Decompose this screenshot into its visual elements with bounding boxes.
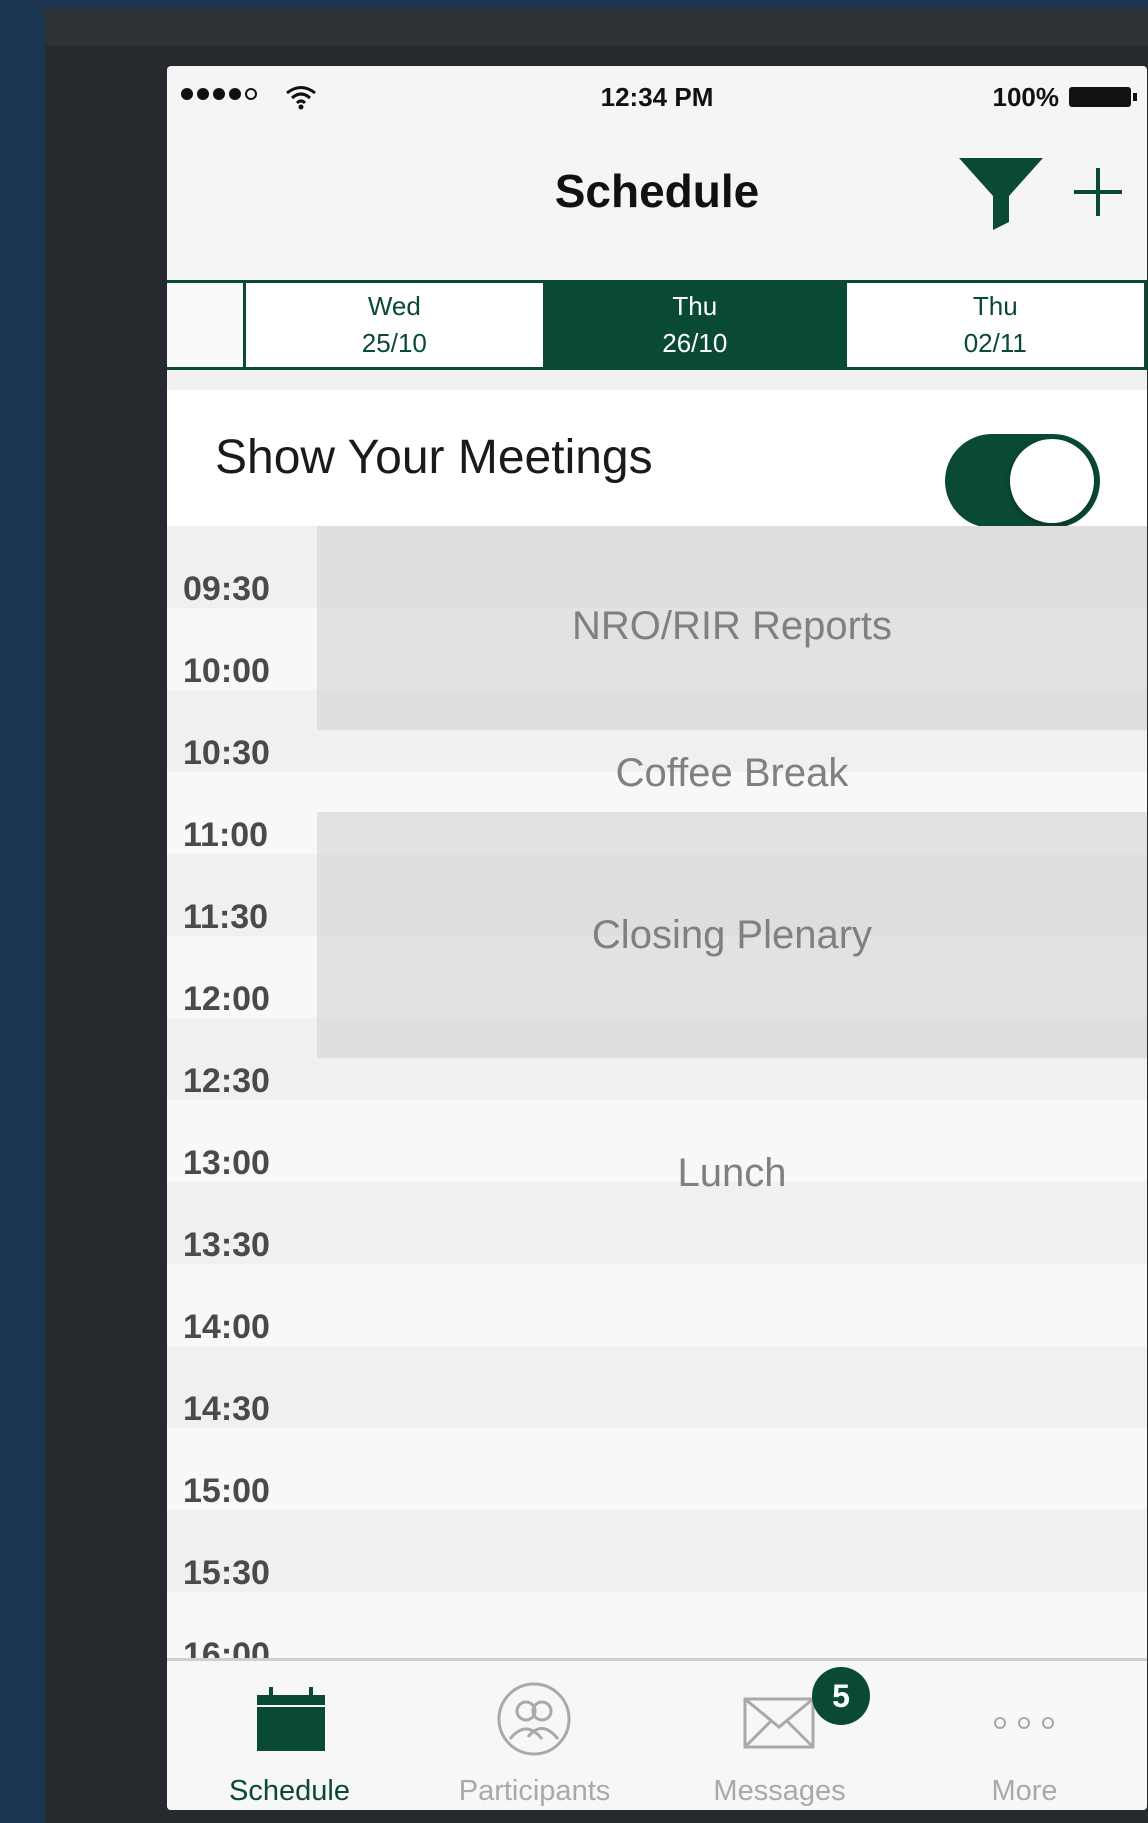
divider bbox=[167, 370, 1147, 390]
time-slot-row bbox=[167, 1346, 1147, 1428]
calendar-icon bbox=[257, 1687, 325, 1751]
envelope-icon bbox=[743, 1697, 815, 1749]
participants-icon bbox=[497, 1682, 571, 1756]
time-label: 11:30 bbox=[183, 898, 269, 936]
date-date-label: 26/10 bbox=[662, 328, 728, 358]
battery-icon bbox=[1069, 87, 1137, 107]
time-label: 10:00 bbox=[183, 652, 270, 690]
show-meetings-label: Show Your Meetings bbox=[215, 431, 653, 484]
event-nro-rir-reports[interactable]: NRO/RIR Reports bbox=[317, 526, 1147, 730]
status-bar: 12:34 PM 100% bbox=[167, 66, 1147, 126]
tab-label: Participants bbox=[458, 1775, 611, 1807]
date-day-label: Thu bbox=[972, 291, 1018, 321]
plus-icon[interactable] bbox=[1070, 164, 1126, 220]
messages-badge: 5 bbox=[812, 1667, 870, 1725]
date-date-label: 02/11 bbox=[963, 328, 1027, 358]
time-label: 15:30 bbox=[183, 1554, 270, 1592]
event-coffee-break[interactable]: Coffee Break bbox=[317, 730, 1147, 816]
tab-label: Schedule bbox=[229, 1775, 350, 1807]
date-selector: Wed 25/10 Thu 26/10 Thu 02/11 bbox=[167, 280, 1147, 370]
show-meetings-toggle[interactable] bbox=[945, 434, 1100, 528]
tab-more[interactable]: More bbox=[902, 1661, 1147, 1810]
date-cell-thu-26-10[interactable]: Thu 26/10 bbox=[543, 283, 844, 367]
event-closing-plenary[interactable]: Closing Plenary bbox=[317, 812, 1147, 1058]
date-cell-previous[interactable] bbox=[167, 283, 243, 367]
tab-bar: Schedule Participants Messages More 5 bbox=[167, 1658, 1147, 1810]
date-cell-thu-02-11[interactable]: Thu 02/11 bbox=[843, 283, 1144, 367]
time-label: 09:30 bbox=[183, 570, 270, 608]
time-label: 13:30 bbox=[183, 1226, 270, 1264]
show-meetings-row: Show Your Meetings bbox=[167, 390, 1147, 528]
date-date-label: 25/10 bbox=[361, 328, 427, 358]
event-lunch[interactable]: Lunch bbox=[317, 1058, 1147, 1288]
schedule-grid: 09:30 10:00 10:30 11:00 11:30 12:00 12:3… bbox=[167, 526, 1147, 1686]
time-label: 12:00 bbox=[183, 980, 270, 1018]
time-label: 11:00 bbox=[183, 816, 269, 854]
date-cell-wed-25-10[interactable]: Wed 25/10 bbox=[242, 283, 543, 367]
tab-schedule[interactable]: Schedule bbox=[167, 1661, 412, 1810]
date-day-label: Wed bbox=[367, 291, 421, 321]
time-slot-row bbox=[167, 1510, 1147, 1592]
tab-label: Messages bbox=[713, 1775, 846, 1807]
time-label: 13:00 bbox=[183, 1144, 270, 1182]
frame-top-bar bbox=[45, 8, 1148, 46]
date-day-label: Thu bbox=[672, 291, 718, 321]
time-label: 14:00 bbox=[183, 1308, 270, 1346]
tab-label: More bbox=[991, 1775, 1058, 1807]
battery-percent: 100% bbox=[992, 82, 1060, 112]
more-dots-icon bbox=[994, 1717, 1054, 1729]
tab-participants[interactable]: Participants bbox=[412, 1661, 657, 1810]
phone-screen: 12:34 PM 100% Schedule Wed 25/10 Thu 26/… bbox=[167, 66, 1147, 1810]
app-frame: 12:34 PM 100% Schedule Wed 25/10 Thu 26/… bbox=[45, 8, 1148, 1823]
filter-icon[interactable] bbox=[959, 156, 1043, 230]
time-label: 14:30 bbox=[183, 1390, 270, 1428]
time-label: 15:00 bbox=[183, 1472, 270, 1510]
time-slot-row bbox=[167, 1428, 1147, 1510]
toggle-knob bbox=[1010, 439, 1094, 523]
time-label: 10:30 bbox=[183, 734, 270, 772]
time-label: 12:30 bbox=[183, 1062, 270, 1100]
